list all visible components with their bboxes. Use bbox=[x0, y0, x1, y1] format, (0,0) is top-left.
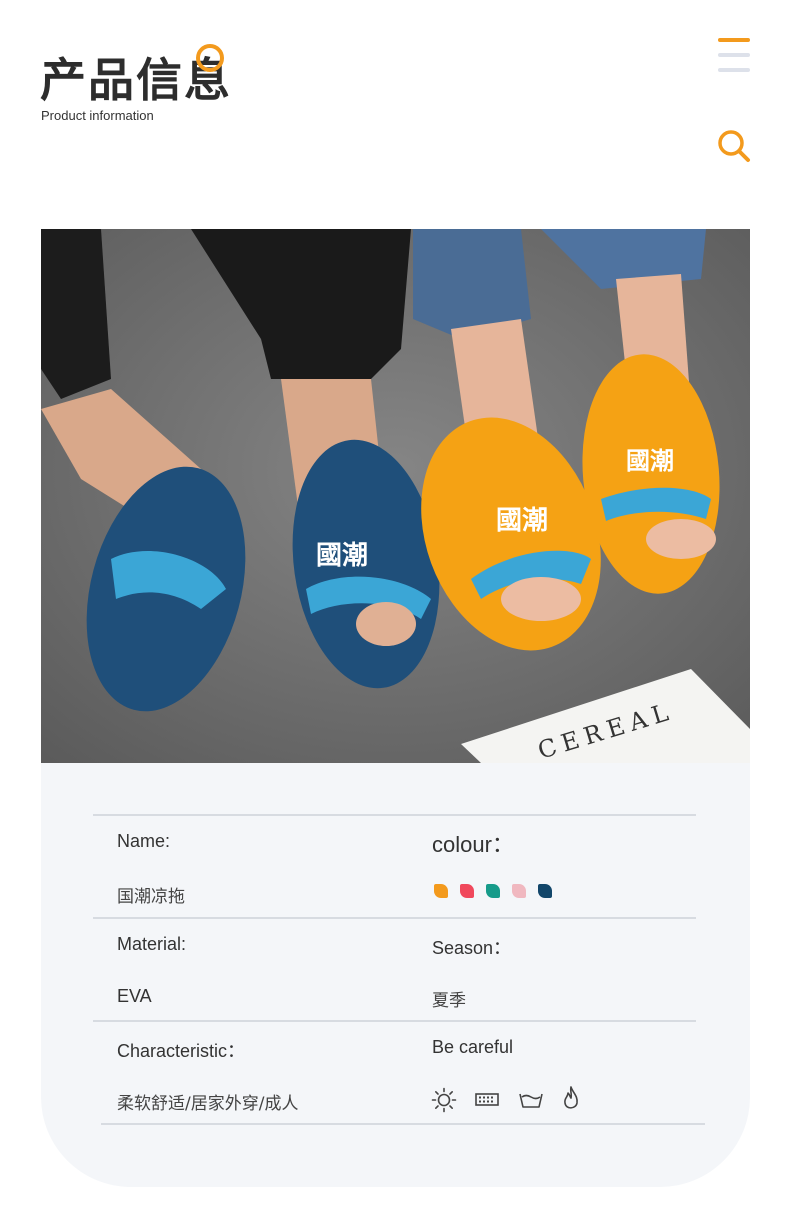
colour-swatch-navy[interactable] bbox=[538, 884, 552, 898]
page-subtitle: Product information bbox=[41, 108, 154, 123]
wash-basin-icon bbox=[518, 1087, 544, 1113]
title-ring-decoration bbox=[196, 44, 224, 72]
divider bbox=[93, 814, 696, 816]
svg-text:國潮: 國潮 bbox=[496, 506, 548, 536]
name-label: Name: bbox=[117, 831, 171, 851]
characteristic-value: 柔软舒适/居家外穿/成人 bbox=[117, 1094, 299, 1114]
iron-icon bbox=[474, 1087, 500, 1113]
colour-swatch-teal[interactable] bbox=[486, 884, 500, 898]
material-value: EVA bbox=[117, 986, 152, 1006]
divider bbox=[101, 1123, 705, 1125]
careful-label: Be careful bbox=[432, 1037, 514, 1057]
flame-icon bbox=[558, 1085, 584, 1111]
colour-swatch-red[interactable] bbox=[460, 884, 474, 898]
characteristic-label: Characteristic： bbox=[117, 1041, 246, 1061]
colour-swatch-pink[interactable] bbox=[512, 884, 526, 898]
colour-swatch-orange[interactable] bbox=[434, 884, 448, 898]
name-value: 国潮凉拖 bbox=[117, 887, 185, 907]
season-label: Season： bbox=[432, 938, 512, 958]
search-icon[interactable] bbox=[716, 128, 752, 164]
svg-text:國潮: 國潮 bbox=[626, 447, 674, 475]
sun-icon bbox=[431, 1087, 457, 1113]
divider bbox=[93, 917, 696, 919]
colour-label: colour： bbox=[432, 832, 514, 857]
divider bbox=[93, 1020, 696, 1022]
product-photo: 國潮 國潮 國潮 CEREAL bbox=[41, 229, 750, 763]
material-label: Material: bbox=[117, 934, 187, 954]
svg-text:國潮: 國潮 bbox=[316, 541, 368, 571]
hamburger-menu-icon[interactable] bbox=[718, 38, 750, 74]
season-value: 夏季 bbox=[432, 991, 466, 1011]
